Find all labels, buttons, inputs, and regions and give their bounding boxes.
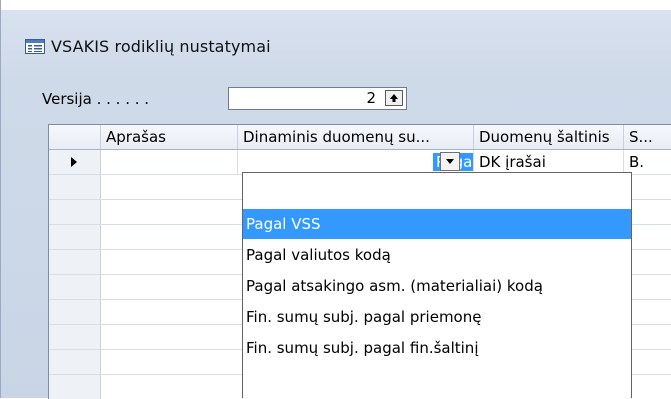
column-header-aprasas[interactable]: Aprašas xyxy=(101,125,238,149)
row-selector[interactable] xyxy=(49,150,101,174)
arrow-up-icon xyxy=(390,94,398,102)
dropdown-option-pagal-vss[interactable]: Pagal VSS xyxy=(243,209,631,239)
row-selector[interactable] xyxy=(49,300,101,324)
row-selector[interactable] xyxy=(49,225,101,249)
dropdown-option-fin-pagal-priemone[interactable]: Fin. sumų subj. pagal priemonę xyxy=(243,302,631,332)
table-header: Aprašas Dinaminis duomenų su... Duomenų … xyxy=(49,125,671,150)
version-input[interactable]: 2 xyxy=(228,87,407,110)
dropdown-option-pagal-atsakingo-asm[interactable]: Pagal atsakingo asm. (materialiai) kodą xyxy=(243,271,631,301)
version-stepper-button[interactable] xyxy=(385,90,403,106)
cell-s[interactable]: B. xyxy=(624,150,671,174)
column-header-s[interactable]: S... xyxy=(624,125,671,149)
dropdown-option-pagal-valiutos-koda[interactable]: Pagal valiutos kodą xyxy=(243,240,631,270)
column-header-saltinis[interactable]: Duomenų šaltinis xyxy=(474,125,624,149)
window-titlebar: VSAKIS rodiklių nustatymai xyxy=(25,36,271,56)
cell-dinaminis[interactable]: Pagal VSS xyxy=(238,150,474,174)
dropdown-toggle-button[interactable] xyxy=(440,152,460,171)
form-icon xyxy=(25,38,45,54)
header-selector-cell xyxy=(49,125,101,149)
row-selector[interactable] xyxy=(49,175,101,199)
version-field-row: Versija . . . . . . 2 xyxy=(42,87,407,110)
row-selector[interactable] xyxy=(49,350,101,374)
dinaminis-dropdown-list[interactable]: Pagal VSS Pagal valiutos kodą Pagal atsa… xyxy=(242,172,632,398)
settings-window: VSAKIS rodiklių nustatymai Versija . . .… xyxy=(0,0,671,399)
version-value: 2 xyxy=(366,89,376,107)
row-selector[interactable] xyxy=(49,375,101,399)
row-selector[interactable] xyxy=(49,250,101,274)
current-row-arrow-icon xyxy=(71,157,77,167)
version-label: Versija . . . . . . xyxy=(42,90,150,108)
dropdown-option-fin-pagal-saltini[interactable]: Fin. sumų subj. pagal fin.šaltinį xyxy=(243,333,631,363)
column-header-dinaminis[interactable]: Dinaminis duomenų su... xyxy=(238,125,474,149)
window-top-strip xyxy=(1,0,671,10)
dropdown-option-empty[interactable] xyxy=(243,173,631,203)
row-selector[interactable] xyxy=(49,200,101,224)
cell-saltinis[interactable]: DK įrašai xyxy=(474,150,624,174)
row-selector[interactable] xyxy=(49,325,101,349)
row-selector[interactable] xyxy=(49,275,101,299)
window-title: VSAKIS rodiklių nustatymai xyxy=(51,36,271,56)
cell-aprasas[interactable] xyxy=(101,150,238,174)
